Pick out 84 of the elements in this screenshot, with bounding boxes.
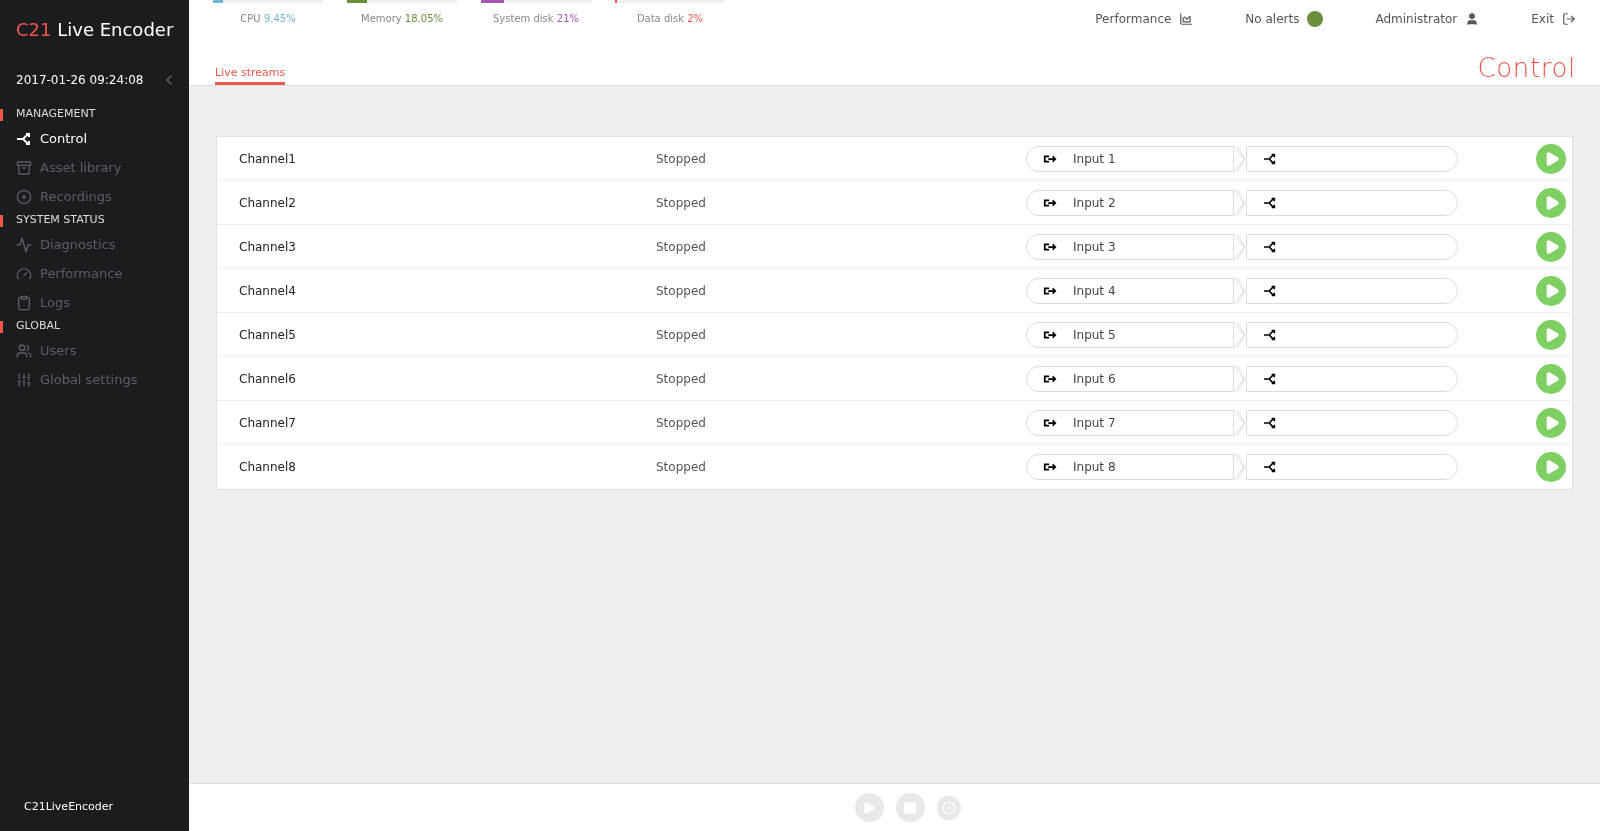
record-icon <box>16 188 32 205</box>
page-title: Control <box>1477 55 1576 85</box>
header-link[interactable]: Administrator <box>1375 10 1480 28</box>
header-link[interactable]: Exit <box>1531 10 1576 28</box>
chevron-icon <box>1234 409 1246 436</box>
header-link[interactable]: No alerts <box>1245 10 1324 28</box>
channel-name: Channel2 <box>238 194 297 212</box>
pulse-icon <box>16 236 32 253</box>
section-heading: MANAGEMENT <box>16 106 96 123</box>
clipboard-icon <box>16 294 32 311</box>
status-text: Stopped <box>656 459 707 476</box>
channel-name: Channel8 <box>238 459 297 476</box>
chevron-icon <box>1234 321 1246 348</box>
status-text: Stopped <box>656 414 707 432</box>
channel-name: Channel1 <box>238 150 297 168</box>
play-button[interactable] <box>1536 275 1566 306</box>
chevron-icon <box>1234 365 1246 392</box>
chevron-icon <box>1234 454 1246 480</box>
play-button[interactable] <box>1536 143 1566 174</box>
play-icon <box>1544 459 1560 475</box>
split-icon <box>1263 328 1277 341</box>
status-text: Stopped <box>656 326 707 344</box>
input-arrow-icon <box>1043 153 1057 164</box>
header-link[interactable]: Performance <box>1095 10 1194 28</box>
chevron-icon <box>1234 277 1246 304</box>
status-text: Stopped <box>656 150 707 168</box>
input-arrow-icon <box>1043 373 1057 384</box>
footer-text: C21LiveEncoder <box>23 798 115 815</box>
status-text: Stopped <box>656 238 707 256</box>
input-arrow-icon <box>1043 197 1057 208</box>
meter-label: Memory 18.05% <box>361 12 443 26</box>
play-button[interactable] <box>1536 319 1566 350</box>
play-button[interactable] <box>1536 187 1566 218</box>
input-arrow-icon <box>1043 417 1057 428</box>
play-icon <box>1544 370 1560 387</box>
chevron-icon <box>1234 145 1246 172</box>
play-button[interactable] <box>1536 407 1566 438</box>
chevron-icon <box>1234 233 1246 260</box>
play-icon <box>1544 194 1560 211</box>
channel-name: Channel4 <box>238 282 297 300</box>
play-icon <box>1544 326 1560 343</box>
input-arrow-icon <box>1043 285 1057 296</box>
meter-label: Data disk 2% <box>636 12 704 26</box>
section-heading: GLOBAL <box>16 318 61 335</box>
chart-icon <box>1179 12 1194 26</box>
split-icon <box>1263 372 1277 385</box>
status-text: Stopped <box>656 370 707 388</box>
play-icon <box>1544 150 1560 167</box>
input-arrow-icon <box>1043 329 1057 340</box>
split-icon <box>1263 284 1277 297</box>
play-icon <box>1544 414 1560 431</box>
exit-icon <box>1562 12 1576 26</box>
users-icon <box>16 342 32 359</box>
split-icon <box>1263 416 1277 429</box>
play-button[interactable] <box>1536 363 1566 394</box>
input-arrow-icon <box>1043 241 1057 252</box>
gauge-icon <box>16 265 32 282</box>
sliders-icon <box>16 371 32 388</box>
channel-name: Channel5 <box>238 326 297 344</box>
status-text: Stopped <box>656 282 707 300</box>
meter-label: CPU 9.45% <box>240 12 296 26</box>
chevron-icon <box>1234 189 1246 216</box>
channel-name: Channel7 <box>238 414 297 432</box>
play-icon <box>1544 282 1560 299</box>
split-icon <box>1263 196 1277 209</box>
play-icon <box>1544 238 1560 255</box>
status-text: Stopped <box>656 194 707 212</box>
archive-icon <box>16 159 32 176</box>
user-icon <box>1465 12 1480 26</box>
app-title: C21 Live Encoder <box>15 18 175 42</box>
channel-name: Channel6 <box>238 370 297 388</box>
meter-label: System disk 21% <box>493 12 579 26</box>
split-icon <box>1263 240 1277 253</box>
input-arrow-icon <box>1043 462 1057 472</box>
play-button[interactable] <box>1536 231 1566 262</box>
section-heading: SYSTEM STATUS <box>16 212 105 229</box>
datetime: 2017-01-26 09:24:08 <box>16 72 144 89</box>
split-icon <box>1263 152 1277 165</box>
play-button[interactable] <box>1536 452 1566 482</box>
channel-name: Channel3 <box>238 238 297 256</box>
split-icon <box>16 130 32 147</box>
tab[interactable]: Live streams <box>215 64 286 85</box>
split-icon <box>1263 461 1277 473</box>
nav-item[interactable]: Control <box>0 124 189 153</box>
